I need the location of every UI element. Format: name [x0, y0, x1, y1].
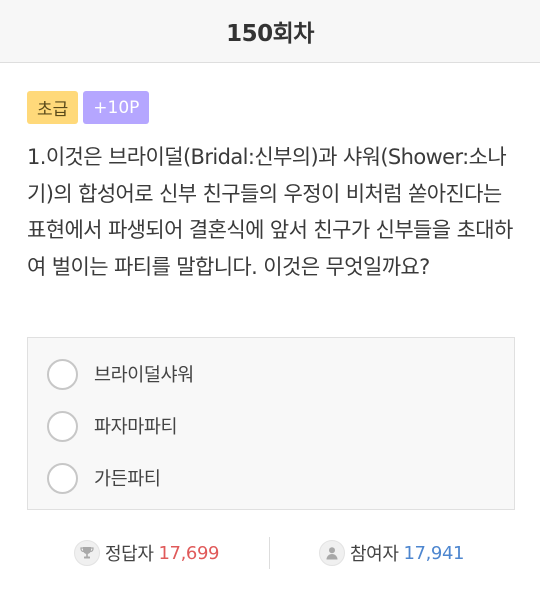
radio-button[interactable] — [47, 358, 78, 390]
badge-group: 초급 +10P — [27, 91, 150, 124]
participants-label: 참여자 — [350, 544, 399, 565]
option-3[interactable]: 가든파티 — [47, 461, 161, 495]
question-text: 1.이것은 브라이덜(Bridal:신부의)과 샤워(Shower:소나기)의 … — [27, 145, 513, 279]
option-1[interactable]: 브라이덜샤워 — [47, 357, 194, 391]
result-stats: 정답자 17,699 참여자 17,941 — [0, 536, 540, 570]
option-label: 가든파티 — [94, 469, 161, 490]
radio-button[interactable] — [47, 462, 78, 494]
level-badge: 초급 — [27, 91, 79, 124]
correct-value: 17,699 — [158, 542, 220, 564]
trophy-icon — [74, 540, 100, 566]
correct-label: 정답자 — [105, 544, 154, 565]
stats-divider — [269, 537, 270, 569]
option-2[interactable]: 파자마파티 — [47, 409, 178, 443]
person-icon — [319, 540, 345, 566]
radio-button[interactable] — [47, 410, 78, 442]
points-badge: +10P — [83, 91, 150, 124]
option-label: 파자마파티 — [94, 417, 178, 438]
participant-count: 참여자 17,941 — [319, 536, 464, 570]
quiz-header: 150회차 — [0, 0, 540, 63]
option-label: 브라이덜샤워 — [94, 365, 194, 386]
round-title: 150회차 — [226, 21, 314, 47]
correct-count: 정답자 17,699 — [74, 536, 219, 570]
participants-value: 17,941 — [403, 542, 465, 564]
answer-options: 브라이덜샤워 파자마파티 가든파티 — [27, 337, 515, 510]
